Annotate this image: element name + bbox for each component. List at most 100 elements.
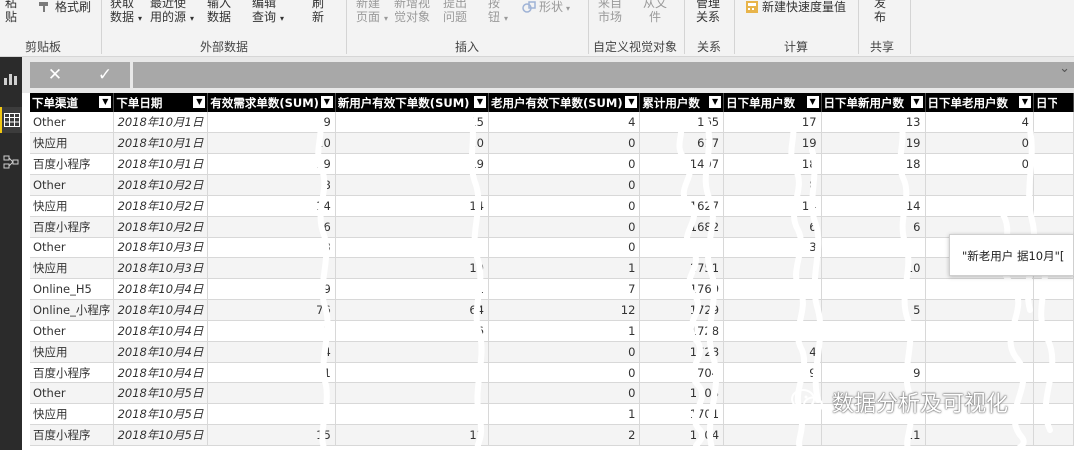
table-row[interactable]: Other 2018年10月2日 8 0 8 bbox=[30, 174, 1074, 196]
filter-dropdown-icon[interactable]: ▼ bbox=[99, 96, 112, 108]
table-row[interactable]: 快应用 2018年10月4日 4 0 1728 4 bbox=[30, 341, 1074, 363]
paste-button[interactable]: 粘 贴 bbox=[2, 0, 20, 24]
column-header[interactable]: 有效需求单数(SUM) ▼ bbox=[207, 93, 336, 112]
filter-dropdown-icon[interactable]: ▼ bbox=[709, 96, 722, 108]
format-painter-icon bbox=[39, 2, 48, 12]
column-header[interactable]: 日下单 bbox=[1033, 93, 1074, 112]
calculations-group-label: 计算 bbox=[784, 40, 809, 54]
filter-dropdown-icon[interactable]: ▼ bbox=[625, 96, 638, 108]
table-row[interactable]: Other 2018年10月3日 3 0 3 bbox=[30, 237, 1074, 259]
table-cell: 1 bbox=[335, 278, 490, 301]
table-cell bbox=[1033, 341, 1074, 363]
table-row[interactable]: 快应用 2018年10月2日 14 14 0 1627 14 14 bbox=[30, 195, 1074, 217]
table-cell: 14 bbox=[335, 195, 490, 217]
buttons-button[interactable]: 按 钮 ▾ bbox=[488, 0, 508, 24]
recent-sources-button[interactable]: 最近使 用的源 ▾ bbox=[150, 0, 194, 24]
data-view-button[interactable] bbox=[0, 107, 22, 133]
column-header[interactable]: 日下单老用户数 ▼ bbox=[925, 93, 1034, 112]
table-cell: 2018年10月4日 bbox=[113, 362, 209, 384]
table-cell: 19 bbox=[723, 132, 822, 155]
table-cell bbox=[821, 320, 926, 342]
filter-dropdown-icon[interactable]: ▼ bbox=[320, 96, 333, 108]
format-painter-button[interactable]: 格式刷 bbox=[38, 0, 91, 14]
group-divider bbox=[101, 0, 102, 54]
column-header[interactable]: 下单日期 ▼ bbox=[113, 93, 209, 112]
chevron-down-icon[interactable]: ⌄ bbox=[1059, 61, 1070, 76]
table-cell: 14 bbox=[723, 195, 822, 217]
table-cell: 1 bbox=[488, 403, 641, 426]
manage-relationships-button[interactable]: 管理 关系 bbox=[696, 0, 720, 24]
column-header[interactable]: 累计用户数 ▼ bbox=[639, 93, 725, 112]
new-visual-button[interactable]: 新增视 觉对象 bbox=[394, 0, 430, 24]
new-page-button[interactable]: 新建 页面 ▾ bbox=[356, 0, 388, 24]
table-cell bbox=[207, 403, 336, 426]
model-view-button[interactable] bbox=[0, 149, 22, 175]
table-cell bbox=[1033, 132, 1074, 155]
table-cell: 20 bbox=[207, 132, 336, 155]
publish-button[interactable]: 发 布 bbox=[874, 0, 886, 24]
table-row[interactable]: 百度小程序 2018年10月4日 1 0 1704 9 9 bbox=[30, 362, 1074, 384]
table-cell: 1497 bbox=[639, 153, 725, 176]
table-row[interactable]: 快应用 2018年10月3日 10 1 1751 10 bbox=[30, 257, 1074, 280]
enter-data-button[interactable]: 输入 数据 bbox=[207, 0, 231, 24]
commit-formula-button[interactable]: ✓ bbox=[98, 65, 112, 85]
table-cell: 11 bbox=[821, 424, 926, 446]
table-cell: 3 bbox=[723, 237, 822, 259]
refresh-button[interactable]: 刷 新 bbox=[312, 0, 324, 24]
table-cell: 2018年10月4日 bbox=[113, 320, 209, 342]
table-row[interactable]: Online_H5 2018年10月4日 9 1 7 1769 bbox=[30, 278, 1074, 301]
shapes-button[interactable]: 形状 ▾ bbox=[522, 0, 570, 16]
filter-dropdown-icon[interactable]: ▼ bbox=[806, 96, 819, 108]
table-cell bbox=[821, 237, 926, 259]
table-row[interactable]: Online_小程序 2018年10月4日 76 64 12 1729 5 bbox=[30, 299, 1074, 321]
report-view-button[interactable] bbox=[0, 65, 22, 91]
shapes-label: 形状 bbox=[539, 0, 564, 14]
from-marketplace-button[interactable]: 来自 市场 bbox=[598, 0, 622, 24]
filter-dropdown-icon[interactable]: ▼ bbox=[474, 96, 486, 108]
new-quick-measure-button[interactable]: 新建快速度量值 bbox=[745, 0, 846, 14]
group-divider bbox=[684, 0, 685, 54]
table-cell: 0 bbox=[925, 153, 1034, 176]
table-row[interactable]: 百度小程序 2018年10月1日 19 19 0 1497 18 18 0 bbox=[30, 153, 1074, 176]
table-cell: 165 bbox=[639, 112, 725, 134]
table-cell: 1728 bbox=[639, 320, 725, 342]
ask-question-button[interactable]: 提出 问题 bbox=[443, 0, 467, 24]
table-cell: 百度小程序 bbox=[30, 216, 115, 238]
column-header-label: 老用户有效下单数(SUM) bbox=[491, 95, 623, 110]
table-cell: 15 bbox=[335, 112, 490, 134]
shapes-icon bbox=[522, 1, 536, 13]
from-file-button[interactable]: 从文 件 bbox=[643, 0, 667, 24]
filter-dropdown-icon[interactable]: ▼ bbox=[910, 96, 923, 108]
table-cell: 1 bbox=[488, 320, 641, 342]
column-header[interactable]: 老用户有效下单数(SUM) ▼ bbox=[488, 93, 641, 112]
table-cell: 4 bbox=[925, 112, 1034, 134]
table-row[interactable]: 快应用 2018年10月1日 20 20 0 617 19 19 0 bbox=[30, 132, 1074, 155]
filter-dropdown-icon[interactable]: ▼ bbox=[1019, 96, 1031, 108]
table-cell bbox=[723, 257, 822, 280]
from-file-label: 从文 件 bbox=[643, 0, 668, 24]
header-row: 下单渠道 ▼ 下单日期 ▼ 有效需求单数(SUM) ▼ 新用户有效下单数(SUM) ▼ 老用户有… bbox=[30, 93, 1074, 112]
table-cell: 百度小程序 bbox=[30, 153, 115, 176]
table-cell: 15 bbox=[207, 424, 336, 446]
table-cell bbox=[821, 174, 926, 196]
filter-dropdown-icon[interactable]: ▼ bbox=[193, 96, 206, 108]
calculator-icon bbox=[746, 1, 758, 13]
table-row[interactable]: Other 2018年10月4日 7 6 1 1728 bbox=[30, 320, 1074, 342]
table-row[interactable]: Other 2018年10月1日 19 15 4 165 17 13 4 bbox=[30, 112, 1074, 134]
get-data-button[interactable]: 获取 数据 ▾ bbox=[110, 0, 142, 24]
chevron-down-icon: ▾ bbox=[384, 14, 389, 23]
table-cell bbox=[207, 257, 336, 280]
column-header[interactable]: 日下单新用户数 ▼ bbox=[821, 93, 926, 112]
column-header[interactable]: 日下单用户数 ▼ bbox=[723, 93, 822, 112]
cancel-formula-button[interactable]: ✕ bbox=[48, 65, 62, 85]
table-cell bbox=[1033, 174, 1074, 196]
column-header[interactable]: 下单渠道 ▼ bbox=[30, 93, 115, 112]
table-row[interactable]: 百度小程序 2018年10月2日 6 0 1682 6 6 bbox=[30, 216, 1074, 238]
edit-queries-button[interactable]: 编辑 查询 ▾ bbox=[252, 0, 284, 24]
formula-input[interactable] bbox=[133, 62, 1074, 88]
column-header[interactable]: 新用户有效下单数(SUM) ▼ bbox=[335, 93, 490, 112]
table-cell: 19 bbox=[335, 153, 490, 176]
table-cell: Other bbox=[30, 174, 115, 196]
table-cell: 1703 bbox=[639, 382, 725, 405]
table-row[interactable]: 百度小程序 2018年10月5日 15 13 2 1704 11 bbox=[30, 424, 1074, 446]
